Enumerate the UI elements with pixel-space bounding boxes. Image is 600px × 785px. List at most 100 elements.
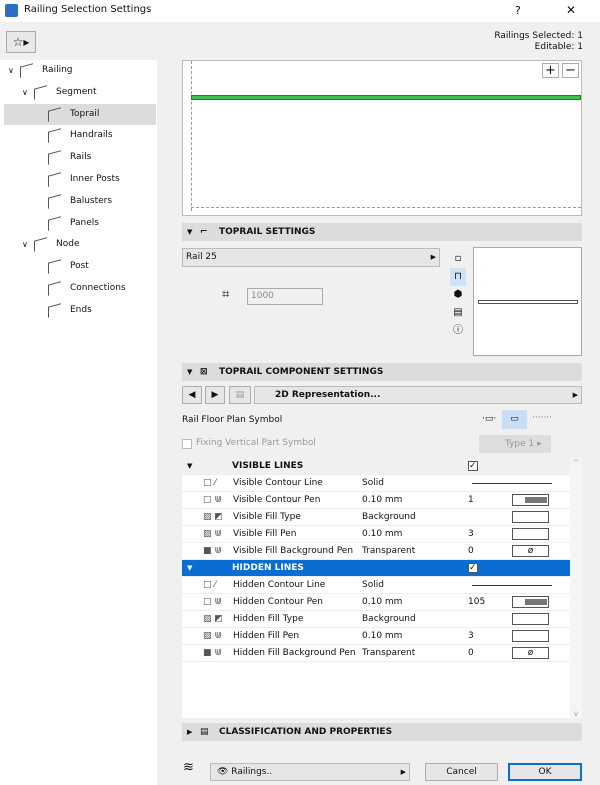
tree-item-node[interactable]: ∨ Node <box>4 234 156 255</box>
pen-number[interactable]: 0 <box>468 645 474 662</box>
group-title: VISIBLE LINES <box>232 461 304 471</box>
line-type-swatch[interactable] <box>472 483 552 484</box>
symbol-option-3[interactable]: ······· <box>532 413 552 423</box>
line-type-swatch[interactable] <box>472 585 552 586</box>
tree-item-balusters[interactable]: Balusters <box>4 191 156 212</box>
component-settings-header[interactable]: ▼ ⊠ TOPRAIL COMPONENT SETTINGS <box>182 363 582 381</box>
row-icon: □ ⋓ <box>203 597 222 607</box>
favorites-button[interactable]: ☆▸ <box>6 31 36 53</box>
group-header[interactable]: ▼ VISIBLE LINES ✓ <box>182 458 570 475</box>
floor-plan-icon[interactable]: ⊓ <box>450 268 466 286</box>
group-checkbox[interactable]: ✓ <box>468 461 478 471</box>
symbol-option-2[interactable]: ▭ <box>502 410 527 429</box>
pen-swatch[interactable] <box>512 613 549 625</box>
tree-item-toprail[interactable]: Toprail <box>4 103 156 125</box>
3d-icon[interactable]: ⬢ <box>450 286 466 304</box>
table-row[interactable]: ■ ⋓ Visible Fill Background Pen Transparen… <box>182 543 570 560</box>
table-row[interactable]: □ ⁄ Hidden Contour Line Solid <box>182 577 570 594</box>
table-row[interactable]: ▧ ⋓ Hidden Fill Pen 0.10 mm 3 <box>182 628 570 645</box>
tree-item-panels[interactable]: Panels <box>4 213 156 234</box>
info-icon[interactable]: ⓘ <box>450 322 466 340</box>
attribute-value[interactable]: 0.10 mm <box>362 594 402 611</box>
attribute-value[interactable]: 0.10 mm <box>362 526 402 543</box>
profile-dropdown[interactable]: Rail 25 ▶ <box>182 248 440 267</box>
zoom-in-button[interactable]: + <box>542 63 559 78</box>
next-button[interactable]: ▶ <box>205 386 225 404</box>
fixing-checkbox[interactable] <box>182 439 192 449</box>
properties-icon: ▤ <box>200 727 209 737</box>
pen-swatch[interactable] <box>512 596 549 608</box>
pen-number[interactable]: 3 <box>468 526 474 543</box>
prev-button[interactable]: ◀ <box>182 386 202 404</box>
pen-number[interactable]: 105 <box>468 594 485 611</box>
pen-swatch[interactable] <box>512 528 549 540</box>
attribute-value[interactable]: Solid <box>362 475 384 492</box>
transparent-swatch[interactable]: ø <box>512 647 549 659</box>
pen-swatch[interactable] <box>512 494 549 506</box>
tree-item-label: Segment <box>56 86 97 97</box>
pen-number[interactable]: 3 <box>468 628 474 645</box>
table-row[interactable]: □ ⋓ Visible Contour Pen 0.10 mm 1 <box>182 492 570 509</box>
pen-swatch[interactable] <box>512 630 549 642</box>
expand-chevron-icon[interactable]: ∨ <box>22 234 28 255</box>
pen-number[interactable]: 0 <box>468 543 474 560</box>
group-checkbox[interactable]: ✓ <box>468 563 478 573</box>
tree-item-post[interactable]: Post <box>4 256 156 277</box>
group-title: HIDDEN LINES <box>232 563 304 573</box>
attribute-value[interactable]: Transparent <box>362 543 415 560</box>
close-button[interactable]: ✕ <box>566 3 576 17</box>
pen-number[interactable]: 1 <box>468 492 474 509</box>
section-icon[interactable]: ▤ <box>450 304 466 322</box>
window-title: Railing Selection Settings <box>24 4 152 15</box>
pen-swatch[interactable] <box>512 511 549 523</box>
transparent-swatch[interactable]: ø <box>512 545 549 557</box>
attribute-value[interactable]: 0.10 mm <box>362 628 402 645</box>
tree-item-rails[interactable]: Rails <box>4 147 156 168</box>
attribute-value[interactable]: 0.10 mm <box>362 492 402 509</box>
expand-chevron-icon[interactable]: ∨ <box>22 82 28 103</box>
offset-input[interactable]: 1000 <box>247 288 323 305</box>
table-row[interactable]: □ ⁄ Visible Contour Line Solid <box>182 475 570 492</box>
help-button[interactable]: ? <box>515 4 521 17</box>
tree-item-railing[interactable]: ∨ Railing <box>4 60 156 81</box>
railing-part-icon <box>48 128 61 144</box>
expand-chevron-icon[interactable]: ∨ <box>8 60 14 81</box>
railing-part-icon <box>48 106 61 122</box>
table-row[interactable]: □ ⋓ Hidden Contour Pen 0.10 mm 105 <box>182 594 570 611</box>
cancel-button[interactable]: Cancel <box>425 763 498 781</box>
table-row[interactable]: ■ ⋓ Hidden Fill Background Pen Transparent… <box>182 645 570 662</box>
table-row[interactable]: ▨ ◩ Visible Fill Type Background <box>182 509 570 526</box>
page-icon[interactable]: ▤ <box>229 386 251 404</box>
attribute-value[interactable]: Background <box>362 611 416 628</box>
attribute-name: Hidden Contour Line <box>233 580 326 590</box>
settings-tree: ∨ Railing ∨ Segment Toprail Handrails Rails Inn… <box>0 60 157 785</box>
representation-dropdown[interactable]: 2D Representation... ▶ <box>254 386 582 404</box>
attribute-value[interactable]: Transparent <box>362 645 415 662</box>
table-row[interactable]: ▧ ⋓ Visible Fill Pen 0.10 mm 3 <box>182 526 570 543</box>
attribute-value[interactable]: Solid <box>362 577 384 594</box>
tree-item-label: Toprail <box>70 108 100 119</box>
collapse-icon[interactable]: ▼ <box>187 560 192 577</box>
table-row[interactable]: ▨ ◩ Hidden Fill Type Background <box>182 611 570 628</box>
tree-item-handrails[interactable]: Handrails <box>4 125 156 146</box>
zoom-out-button[interactable]: − <box>562 63 579 78</box>
row-icon: ▨ ◩ <box>203 614 223 624</box>
type-button[interactable]: Type 1 ▸ <box>479 435 551 453</box>
toprail-settings-header[interactable]: ▼ ⌐ TOPRAIL SETTINGS <box>182 223 582 241</box>
tree-item-connections[interactable]: Connections <box>4 278 156 299</box>
attribute-value[interactable]: Background <box>362 509 416 526</box>
offset-icon: ⌗ <box>222 287 230 302</box>
group-header[interactable]: ▼ HIDDEN LINES ✓ <box>182 560 570 577</box>
plan-view-icon[interactable]: ▫ <box>450 250 466 268</box>
attribute-name: Hidden Fill Type <box>233 614 304 624</box>
tree-item-segment[interactable]: ∨ Segment <box>4 82 156 103</box>
tree-item-inner-posts[interactable]: Inner Posts <box>4 169 156 190</box>
collapse-icon[interactable]: ▼ <box>187 458 192 475</box>
ok-button[interactable]: OK <box>508 763 582 781</box>
railings-dropdown[interactable]: 👁 Railings.. ▶ <box>210 763 410 781</box>
table-scrollbar[interactable]: ^ v <box>570 458 582 718</box>
classification-header[interactable]: ▶ ▤ CLASSIFICATION AND PROPERTIES <box>182 723 582 741</box>
row-icon: ▧ ⋓ <box>203 631 222 641</box>
symbol-option-1[interactable]: ·▭· <box>482 414 496 424</box>
tree-item-ends[interactable]: Ends <box>4 300 156 321</box>
